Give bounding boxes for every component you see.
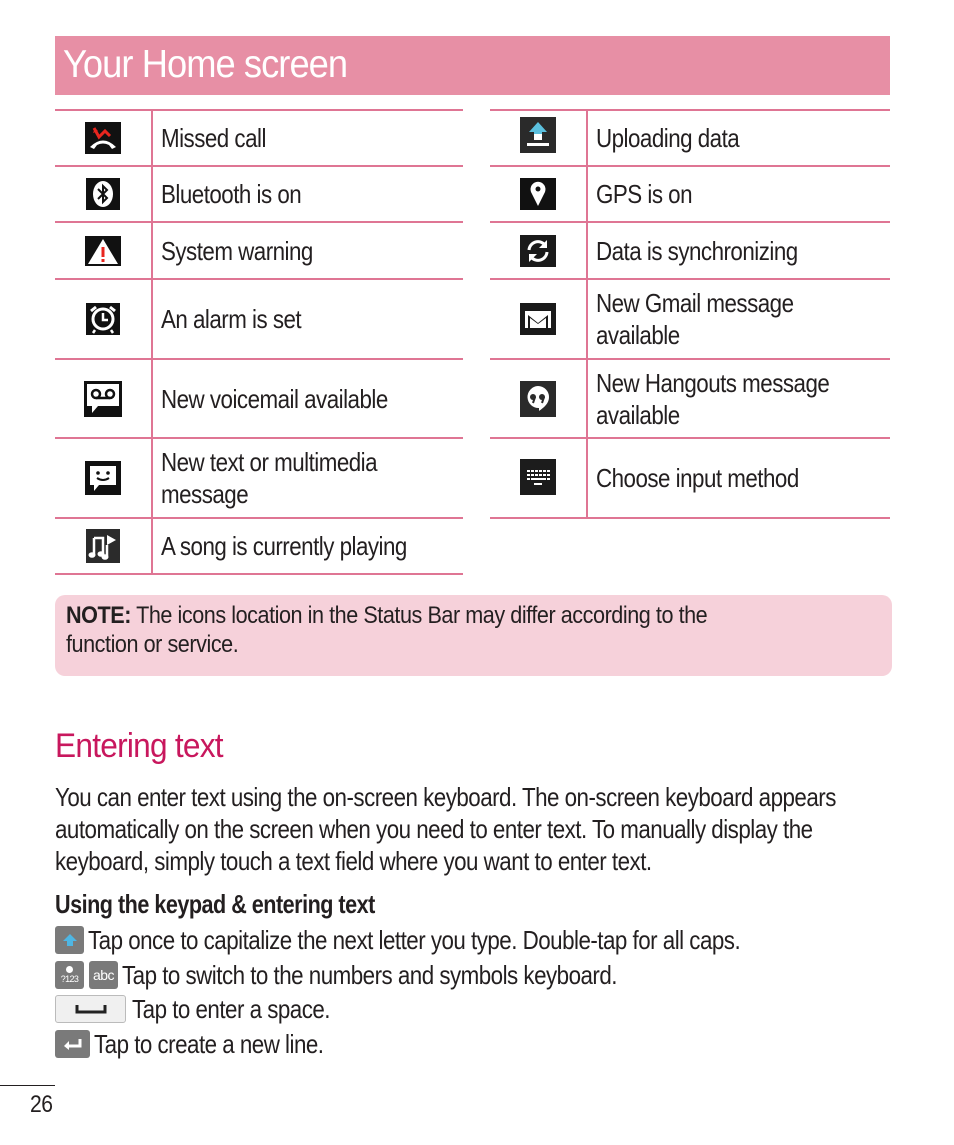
key-instruction: Tap to enter a space. bbox=[55, 993, 362, 1025]
footer-rule bbox=[0, 1085, 55, 1086]
space-key-icon bbox=[55, 995, 126, 1023]
note-text: The icons location in the Status Bar may… bbox=[130, 602, 708, 629]
hangouts-icon bbox=[520, 380, 556, 417]
icon-label-line-2: message bbox=[161, 479, 249, 509]
icon-label: New voicemail available bbox=[161, 383, 388, 414]
icon-label: System warning bbox=[161, 235, 313, 266]
shift-key-icon bbox=[55, 926, 84, 954]
table-row: New voicemail available bbox=[55, 360, 463, 439]
table-row: A song is currently playing bbox=[55, 519, 463, 575]
message-icon bbox=[85, 461, 121, 495]
section-paragraph: You can enter text using the on-screen k… bbox=[55, 781, 881, 877]
table-row: Data is synchronizing bbox=[490, 223, 890, 280]
icon-label-line-2: available bbox=[596, 399, 680, 430]
warning-icon bbox=[85, 235, 121, 266]
paragraph-line: keyboard, simply touch a text field wher… bbox=[55, 846, 652, 876]
alarm-icon bbox=[86, 303, 120, 335]
bluetooth-icon bbox=[86, 178, 120, 210]
icon-label-line-1: New text or multimedia bbox=[161, 447, 378, 477]
missed-call-icon bbox=[85, 122, 121, 154]
table-row: Bluetooth is on bbox=[55, 167, 463, 223]
table-row: GPS is on bbox=[490, 167, 890, 223]
page-title: Your Home screen bbox=[63, 43, 348, 86]
icon-label: An alarm is set bbox=[161, 304, 302, 334]
paragraph-line: You can enter text using the on-screen k… bbox=[55, 782, 836, 812]
note-label: NOTE: bbox=[66, 602, 131, 629]
icon-label: Choose input method bbox=[596, 463, 799, 493]
enter-key-icon bbox=[55, 1030, 90, 1058]
sync-icon bbox=[520, 234, 556, 267]
status-icon-table-left: Missed call Bluetooth is on System warni… bbox=[55, 109, 463, 575]
icon-label: Missed call bbox=[161, 123, 266, 153]
icon-label: A song is currently playing bbox=[161, 531, 407, 561]
table-row: New text or multimedia message bbox=[55, 439, 463, 519]
table-row: New Gmail message available bbox=[490, 280, 890, 360]
gps-icon bbox=[520, 178, 556, 210]
symbols-key-icon: ?123 bbox=[55, 961, 84, 989]
subheading: Using the keypad & entering text bbox=[55, 889, 375, 919]
icon-label-line-1: New Gmail message bbox=[596, 288, 794, 318]
upload-icon bbox=[520, 117, 556, 153]
voicemail-icon bbox=[84, 380, 122, 417]
section-title: Entering text bbox=[55, 727, 224, 765]
icon-label: Bluetooth is on bbox=[161, 179, 302, 209]
table-row: An alarm is set bbox=[55, 280, 463, 360]
table-row: Missed call bbox=[55, 111, 463, 167]
abc-key-icon: abc bbox=[89, 961, 118, 989]
page-number: 26 bbox=[30, 1091, 53, 1118]
key-instruction: ?123 abc Tap to switch to the numbers an… bbox=[55, 959, 698, 991]
key-instruction: Tap to create a new line. bbox=[55, 1028, 361, 1060]
status-icon-table-right: Uploading data GPS is on Data is synchro… bbox=[490, 109, 890, 519]
icon-label: Data is synchronizing bbox=[596, 235, 798, 266]
keyboard-icon bbox=[520, 459, 556, 495]
table-row: Uploading data bbox=[490, 111, 890, 167]
icon-label: Uploading data bbox=[596, 123, 740, 153]
icon-label-line-1: New Hangouts message bbox=[596, 367, 830, 398]
gmail-icon bbox=[520, 303, 556, 335]
note-text-line-2: function or service. bbox=[66, 631, 239, 658]
table-row: Choose input method bbox=[490, 439, 890, 519]
header-band: Your Home screen bbox=[55, 36, 890, 95]
table-row: New Hangouts message available bbox=[490, 360, 890, 439]
paragraph-line: automatically on the screen when you nee… bbox=[55, 814, 813, 844]
icon-label: GPS is on bbox=[596, 179, 693, 209]
note-box: NOTE: The icons location in the Status B… bbox=[55, 595, 892, 676]
table-row: System warning bbox=[55, 223, 463, 280]
music-icon bbox=[86, 529, 120, 563]
key-instruction: Tap once to capitalize the next letter y… bbox=[55, 924, 846, 956]
icon-label-line-2: available bbox=[596, 320, 680, 350]
